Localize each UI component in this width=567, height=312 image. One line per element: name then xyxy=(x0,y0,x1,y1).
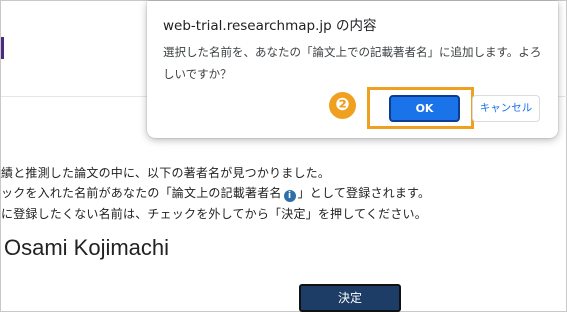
browser-viewport: 績と推測した論文の中に、以下の著者名が見つかりました。 ックを入れた名前があなた… xyxy=(0,0,567,312)
instruction-line-2-end: 」として登録されます。 xyxy=(297,186,431,200)
step-number-badge: ❷ xyxy=(329,92,356,119)
dialog-title: web-trial.researchmap.jp の内容 xyxy=(163,18,377,34)
author-name-option[interactable]: Osami Kojimachi xyxy=(4,235,169,261)
cancel-button[interactable]: キャンセル xyxy=(472,95,540,122)
instruction-line-2: ックを入れた名前があなたの「論文上の記載著者名 i 」として登録されます。 xyxy=(1,184,430,202)
dialog-message: 選択した名前を、あなたの「論文上での記載著者名」に追加します。よろしいですか？ xyxy=(163,45,542,81)
instruction-line-2-start: ックを入れた名前があなたの「論文上の記載著者名 xyxy=(1,186,282,200)
instruction-line-1: 績と推測した論文の中に、以下の著者名が見つかりました。 xyxy=(1,166,331,180)
info-icon[interactable]: i xyxy=(283,190,296,202)
decide-button[interactable]: 決定 xyxy=(299,284,401,312)
header-accent-bar xyxy=(1,37,4,59)
confirm-dialog: web-trial.researchmap.jp の内容 選択した名前を、あなた… xyxy=(147,1,558,138)
instruction-line-3: に登録したくない名前は、チェックを外してから「決定」を押してください。 xyxy=(1,207,427,221)
ok-button[interactable]: OK xyxy=(389,95,460,122)
